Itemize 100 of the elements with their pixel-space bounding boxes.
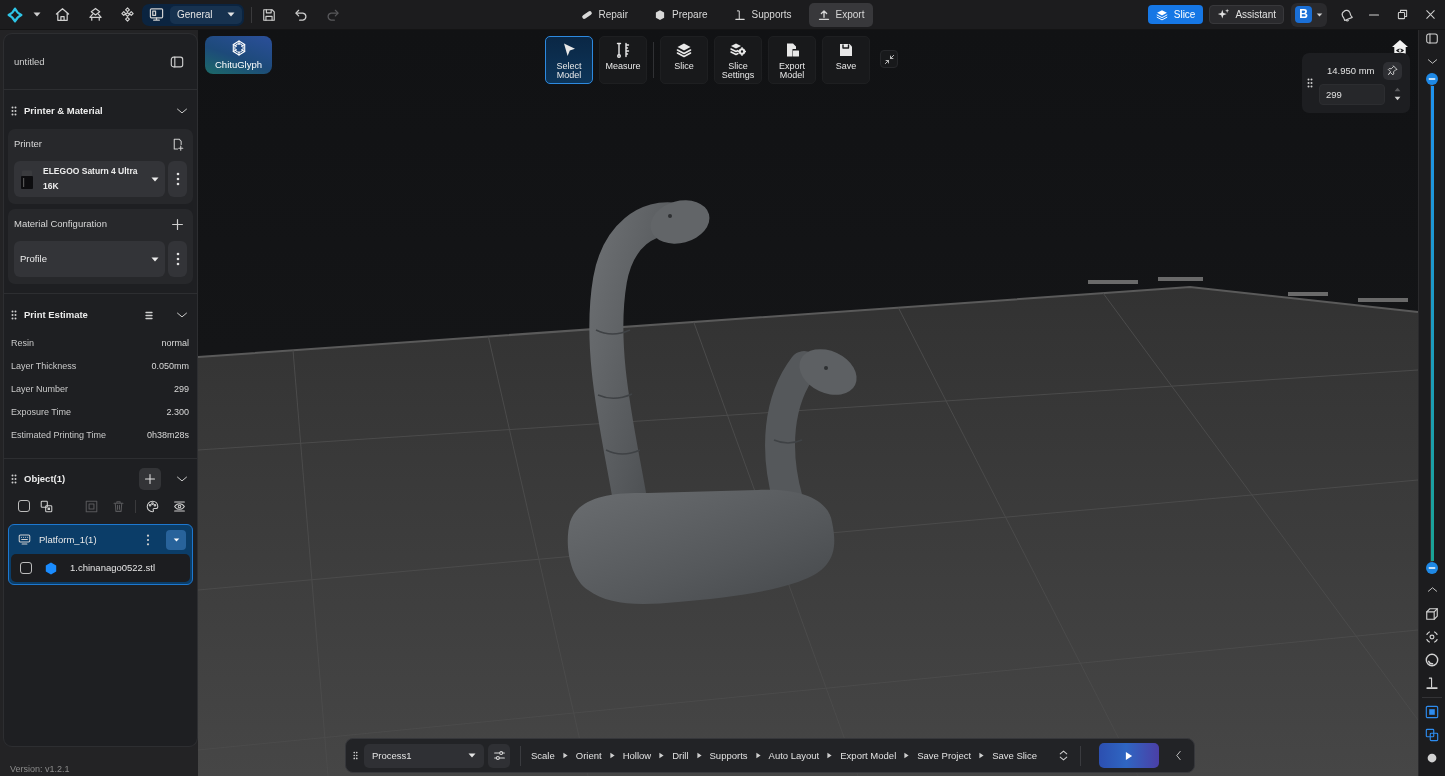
- pipeline-step[interactable]: Orient: [575, 749, 602, 762]
- step-arrow-icon: [755, 752, 761, 759]
- layer-input[interactable]: 299: [1319, 83, 1385, 105]
- chevron-up-icon[interactable]: [1426, 584, 1438, 595]
- account-menu[interactable]: B: [1291, 2, 1327, 27]
- chevron-left-icon[interactable]: [1173, 750, 1184, 761]
- drag-handle-icon[interactable]: [11, 474, 17, 484]
- mode-tab[interactable]: Prepare: [644, 2, 717, 27]
- home-view-icon[interactable]: [1392, 40, 1408, 55]
- expand-button[interactable]: [166, 529, 186, 550]
- panel-toggle-icon[interactable]: [1425, 32, 1439, 45]
- caret-icon[interactable]: [33, 12, 41, 17]
- checkbox[interactable]: [20, 562, 32, 574]
- plus-icon[interactable]: [171, 217, 184, 231]
- estimate-value: 0.050mm: [151, 361, 189, 372]
- mode-tab[interactable]: Export: [808, 2, 874, 27]
- hexagon-icon: [45, 561, 57, 575]
- drag-handle-icon[interactable]: [353, 751, 358, 760]
- printer-dropdown[interactable]: ELEGOO Saturn 4 Ultra 16K: [14, 161, 165, 197]
- pipeline-step[interactable]: Scale: [531, 749, 555, 762]
- upload-icon: [817, 8, 830, 21]
- kebab-icon: [175, 172, 180, 186]
- collapse-button[interactable]: [880, 50, 898, 68]
- step-arrow-icon: [562, 752, 568, 759]
- mode-tab[interactable]: Supports: [724, 2, 801, 27]
- process-dropdown[interactable]: Process1: [364, 743, 484, 768]
- spin-down-icon[interactable]: [1393, 96, 1402, 101]
- model-file-name: 1.chinanago0522.stl: [70, 562, 156, 574]
- mode-tab[interactable]: Repair: [571, 2, 637, 27]
- eye-list-icon[interactable]: [173, 499, 186, 513]
- collapse-icon: [883, 53, 895, 65]
- estimate-label: Layer Thickness: [11, 361, 77, 372]
- pipeline-step[interactable]: Export Model: [840, 749, 897, 762]
- caret-icon: [172, 537, 180, 542]
- drag-handle-icon[interactable]: [11, 106, 17, 116]
- plugin-button[interactable]: ChituGlyph: [205, 36, 272, 74]
- tool-button[interactable]: Slice Settings: [714, 36, 762, 84]
- support-icon[interactable]: [1425, 676, 1439, 690]
- restore-icon[interactable]: [1397, 9, 1408, 20]
- outline-square-icon[interactable]: [1425, 705, 1439, 719]
- target-icon[interactable]: [1425, 630, 1439, 644]
- pipeline-step[interactable]: Save Slice: [992, 749, 1037, 762]
- section-title: Object(1): [24, 473, 67, 485]
- slider-thumb[interactable]: [1426, 562, 1438, 574]
- bell-icon[interactable]: [1340, 7, 1354, 22]
- close-icon[interactable]: [1425, 9, 1436, 20]
- section-title: Printer & Material: [24, 105, 104, 117]
- slice-button[interactable]: Slice: [1147, 5, 1204, 24]
- assistant-button[interactable]: Assistant: [1209, 5, 1284, 24]
- diamond-grid-icon[interactable]: [120, 7, 135, 22]
- kebab-icon[interactable]: [146, 533, 150, 546]
- estimate-value: 0h38m28s: [146, 430, 189, 441]
- platform-item[interactable]: Platform_1(1) 1.chinanago0522.stl: [8, 524, 193, 585]
- pipeline-step[interactable]: Auto Layout: [768, 749, 820, 762]
- pipeline-step[interactable]: Supports: [709, 749, 748, 762]
- save-icon[interactable]: [262, 7, 276, 22]
- home-icon[interactable]: [55, 7, 70, 22]
- palette-icon[interactable]: [146, 499, 159, 513]
- sidebar-toggle-icon[interactable]: [170, 54, 184, 69]
- drag-handle-icon[interactable]: [11, 310, 17, 320]
- kebab-icon: [175, 252, 180, 266]
- add-object-button[interactable]: [139, 468, 161, 490]
- step-arrow-icon: [659, 752, 665, 759]
- duplicate-icon[interactable]: [40, 499, 53, 513]
- plus-icon: [144, 473, 156, 485]
- estimate-value: normal: [161, 338, 189, 349]
- process-settings-button[interactable]: [488, 743, 510, 768]
- pipeline-step[interactable]: Drill: [672, 749, 689, 762]
- dot-icon[interactable]: [1425, 751, 1439, 765]
- drag-handle-icon[interactable]: [1307, 78, 1313, 88]
- tool-button[interactable]: Select Model: [545, 36, 593, 84]
- tool-button[interactable]: Slice: [660, 36, 708, 84]
- sparkle-icon: [1217, 8, 1231, 21]
- chevron-down-icon[interactable]: [1426, 56, 1438, 67]
- plate-icon[interactable]: [88, 7, 103, 22]
- cursor-icon: [561, 42, 577, 58]
- model-file-item[interactable]: 1.chinanago0522.stl: [11, 554, 190, 582]
- profile-dropdown[interactable]: Profile: [14, 241, 165, 277]
- slider-thumb[interactable]: [1426, 73, 1438, 85]
- monitor-icon[interactable]: [149, 7, 164, 22]
- workspace-dropdown[interactable]: General: [170, 5, 242, 24]
- overlapping-squares-icon[interactable]: [1425, 728, 1439, 742]
- tool-button[interactable]: Measure: [599, 36, 647, 84]
- layers-gear-icon: [730, 42, 746, 58]
- layer-height-text: 14.950 mm: [1327, 64, 1375, 77]
- avatar: B: [1295, 6, 1312, 23]
- logo-icon[interactable]: [7, 6, 23, 23]
- caret-icon: [468, 753, 476, 758]
- add-printer-icon[interactable]: [171, 137, 184, 151]
- pipeline-step[interactable]: Save Project: [917, 749, 972, 762]
- pipeline-step[interactable]: Hollow: [622, 749, 652, 762]
- cube-outline-icon[interactable]: [1425, 607, 1439, 621]
- sphere-icon[interactable]: [1425, 653, 1439, 667]
- checkbox[interactable]: [18, 500, 30, 512]
- list-icon[interactable]: [145, 310, 153, 320]
- undo-icon[interactable]: [294, 7, 309, 22]
- pin-button[interactable]: [1383, 61, 1402, 80]
- up-down-icon[interactable]: [1057, 749, 1070, 762]
- tool-button[interactable]: Save: [822, 36, 870, 84]
- tool-button[interactable]: Export Model: [768, 36, 816, 84]
